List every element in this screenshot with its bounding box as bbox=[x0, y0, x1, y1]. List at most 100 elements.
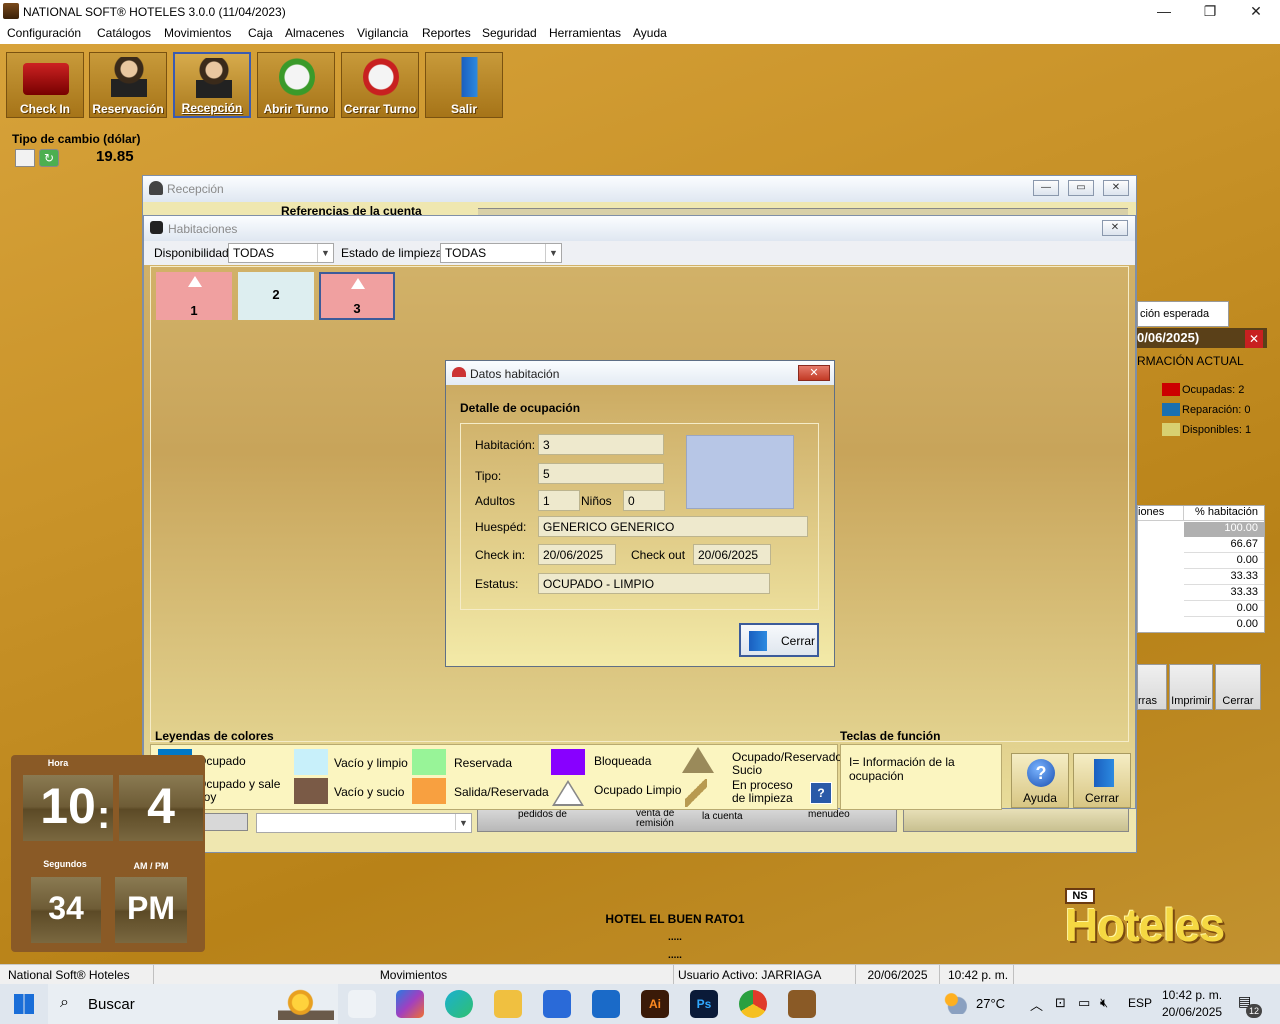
checkout-field[interactable]: 20/06/2025 bbox=[693, 544, 771, 565]
exchange-rate-label: Tipo de cambio (dólar) bbox=[12, 132, 141, 146]
language-indicator[interactable]: ESP bbox=[1128, 996, 1152, 1010]
dialog-cerrar-button[interactable]: Cerrar bbox=[739, 623, 819, 657]
search-box[interactable]: ⌕ Buscar bbox=[48, 984, 338, 1024]
adultos-field[interactable]: 1 bbox=[538, 490, 580, 511]
receptionist-icon bbox=[196, 58, 232, 98]
taskbar-time[interactable]: 10:42 p. m. bbox=[1162, 988, 1222, 1002]
menu-reportes[interactable]: Reportes bbox=[422, 26, 471, 40]
refresh-icon[interactable]: ↻ bbox=[39, 149, 59, 167]
recepcion-maximize-button[interactable]: ▭ bbox=[1068, 180, 1094, 196]
checkin-field[interactable]: 20/06/2025 bbox=[538, 544, 616, 565]
room-number: 3 bbox=[353, 301, 361, 316]
abrir-turno-button[interactable]: Abrir Turno bbox=[257, 52, 335, 118]
recepcion-title: Recepción bbox=[167, 182, 224, 196]
recepcion-action-strip: pedidos de venta de remisión la cuenta m… bbox=[477, 808, 897, 832]
table-row[interactable]: 0.00 bbox=[1184, 618, 1264, 633]
check-in-button[interactable]: Check In bbox=[6, 52, 84, 118]
imprimir-button[interactable]: Imprimir bbox=[1169, 664, 1213, 710]
menu-caja[interactable]: Caja bbox=[248, 26, 273, 40]
table-row[interactable]: 100.00 bbox=[1184, 522, 1264, 537]
panel-cerrar-button[interactable]: Cerrar bbox=[1215, 664, 1261, 710]
ocupacion-table: iones % habitación 100.00 66.67 0.00 33.… bbox=[1137, 505, 1265, 633]
dialog-title: Datos habitación bbox=[470, 367, 560, 381]
chrome-icon[interactable] bbox=[739, 990, 767, 1018]
room-tile-2[interactable]: 2 bbox=[238, 272, 314, 320]
menu-seguridad[interactable]: Seguridad bbox=[482, 26, 537, 40]
limpieza-select[interactable]: TODAS ▼ bbox=[440, 243, 562, 263]
volume-muted-icon[interactable]: 🔇︎ bbox=[1100, 995, 1108, 1011]
recepcion-close-button[interactable]: ✕ bbox=[1103, 180, 1129, 196]
network-icon[interactable]: ⊡ bbox=[1055, 995, 1066, 1011]
huesped-field[interactable]: GENERICO GENERICO bbox=[538, 516, 808, 537]
battery-icon[interactable]: ▭ bbox=[1078, 995, 1090, 1011]
illustrator-icon[interactable]: Ai bbox=[641, 990, 669, 1018]
cerrar-turno-button[interactable]: Cerrar Turno bbox=[341, 52, 419, 118]
bed-icon bbox=[150, 221, 163, 234]
menudeo-label[interactable]: menudeo bbox=[808, 809, 850, 820]
pedidos-label[interactable]: pedidos de bbox=[518, 809, 567, 820]
edge-icon[interactable] bbox=[445, 990, 473, 1018]
menu-catalogos[interactable]: Catálogos bbox=[97, 26, 151, 40]
weather-icon[interactable] bbox=[943, 992, 967, 1014]
help-small-icon[interactable]: ? bbox=[810, 782, 832, 804]
habitacion-field[interactable]: 3 bbox=[538, 434, 664, 455]
ayuda-button[interactable]: ? Ayuda bbox=[1011, 753, 1069, 808]
card-icon[interactable] bbox=[15, 149, 35, 167]
salir-button[interactable]: Salir bbox=[425, 52, 503, 118]
notification-badge: 12 bbox=[1246, 1004, 1262, 1018]
disponibilidad-select[interactable]: TODAS ▼ bbox=[228, 243, 334, 263]
menu-almacenes[interactable]: Almacenes bbox=[285, 26, 344, 40]
close-button[interactable]: ✕ bbox=[1233, 0, 1279, 24]
estatus-field[interactable]: OCUPADO - LIMPIO bbox=[538, 573, 770, 594]
menu-vigilancia[interactable]: Vigilancia bbox=[357, 26, 408, 40]
table-row[interactable]: 33.33 bbox=[1184, 570, 1264, 585]
dialog-cerrar-label: Cerrar bbox=[781, 634, 816, 648]
function-keys-box: I= Información de la ocupación bbox=[840, 744, 1002, 810]
la-cuenta-label[interactable]: la cuenta bbox=[702, 811, 743, 822]
weather-temp[interactable]: 27°C bbox=[976, 996, 1005, 1011]
recepcion-minimize-button[interactable]: — bbox=[1033, 180, 1059, 196]
adultos-label: Adultos bbox=[475, 494, 516, 508]
room-photo bbox=[686, 435, 794, 509]
table-row[interactable]: 33.33 bbox=[1184, 586, 1264, 601]
menu-movimientos[interactable]: Movimientos bbox=[164, 26, 231, 40]
restore-button[interactable]: ❐ bbox=[1187, 0, 1233, 24]
chevron-up-icon[interactable]: ︿ bbox=[1030, 995, 1043, 1014]
legend-swatch bbox=[412, 778, 446, 804]
table-row[interactable]: 66.67 bbox=[1184, 538, 1264, 553]
habitaciones-close-button[interactable]: ✕ bbox=[1102, 220, 1128, 236]
file-explorer-icon[interactable] bbox=[494, 990, 522, 1018]
outlook-icon[interactable] bbox=[592, 990, 620, 1018]
close-red-icon[interactable]: ✕ bbox=[1245, 330, 1263, 348]
reservacion-button[interactable]: Reservación bbox=[89, 52, 167, 118]
windows-start-icon[interactable] bbox=[14, 994, 34, 1014]
barras-button[interactable]: rras bbox=[1137, 664, 1167, 710]
exit-door-icon bbox=[749, 631, 767, 651]
cuenta-combo[interactable]: ▼ bbox=[256, 813, 472, 833]
room-tile-1[interactable]: 1 bbox=[156, 272, 232, 320]
copilot-icon[interactable] bbox=[396, 990, 424, 1018]
recepcion-button[interactable]: Recepción bbox=[173, 52, 251, 118]
table-row[interactable]: 0.00 bbox=[1184, 602, 1264, 617]
recepcion-titlebar: Recepción — ▭ ✕ bbox=[143, 176, 1136, 202]
filter-bar: Disponibilidad TODAS ▼ Estado de limpieza… bbox=[144, 241, 1135, 265]
menu-ayuda[interactable]: Ayuda bbox=[633, 26, 667, 40]
task-view-icon[interactable] bbox=[348, 990, 376, 1018]
taskbar-date[interactable]: 20/06/2025 bbox=[1162, 1005, 1222, 1019]
menu-herramientas[interactable]: Herramientas bbox=[549, 26, 621, 40]
store-icon[interactable] bbox=[543, 990, 571, 1018]
legend-label: Vacío y limpio bbox=[334, 756, 408, 770]
room-tile-3[interactable]: 3 bbox=[319, 272, 395, 320]
cerrar-habitaciones-button[interactable]: Cerrar bbox=[1073, 753, 1131, 808]
menu-configuracion[interactable]: Configuración bbox=[7, 26, 81, 40]
exchange-rate-value: 19.85 bbox=[96, 148, 134, 165]
minimize-button[interactable]: — bbox=[1141, 0, 1187, 24]
dialog-close-button[interactable]: ✕ bbox=[798, 365, 830, 381]
venta-remision-label[interactable]: venta de remisión bbox=[636, 809, 676, 829]
photoshop-icon[interactable]: Ps bbox=[690, 990, 718, 1018]
ninos-field[interactable]: 0 bbox=[623, 490, 665, 511]
table-row[interactable]: 0.00 bbox=[1184, 554, 1264, 569]
tipo-field[interactable]: 5 bbox=[538, 463, 664, 484]
ns-hoteles-taskbar-icon[interactable] bbox=[788, 990, 816, 1018]
tipo-label: Tipo: bbox=[475, 469, 502, 483]
